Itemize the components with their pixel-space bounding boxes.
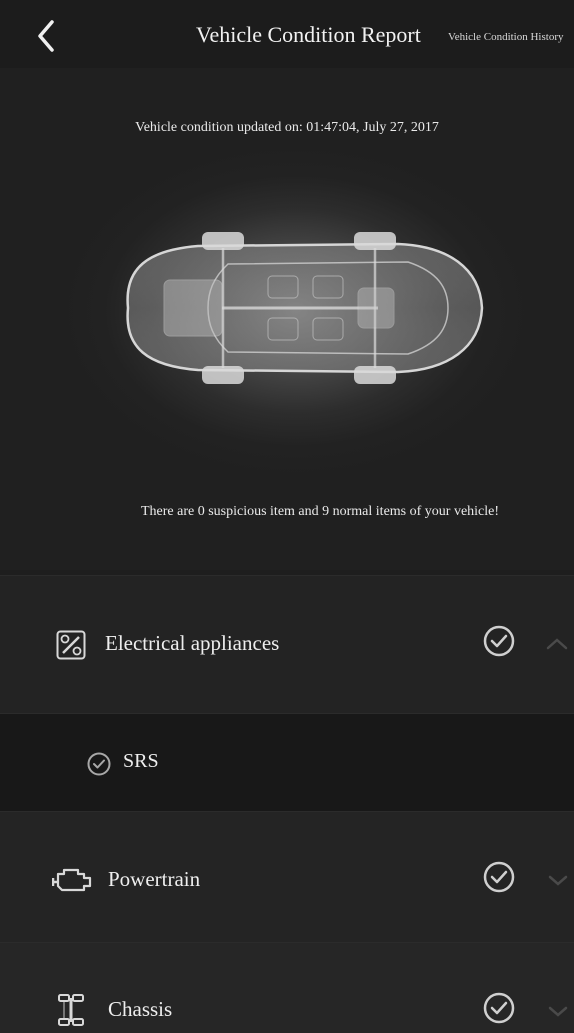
section-label: Powertrain [108, 867, 201, 891]
section-electrical-appliances[interactable]: Electrical appliances [0, 575, 574, 713]
section-chassis[interactable]: Chassis [0, 942, 574, 1033]
history-link[interactable]: Vehicle Condition History [448, 31, 564, 43]
check-circle-icon [482, 624, 516, 663]
check-circle-icon [482, 860, 516, 899]
vehicle-overview: Vehicle condition updated on: 01:47:04, … [0, 68, 574, 570]
condition-list: Electrical appliances SRS Powertrain Cha… [0, 575, 574, 1033]
section-label: Chassis [108, 997, 173, 1021]
subitem-label: SRS [123, 750, 159, 772]
chevron-down-icon[interactable] [546, 872, 570, 893]
car-top-view-icon [126, 232, 484, 384]
summary-text: There are 0 suspicious item and 9 normal… [140, 504, 500, 519]
vehicle-condition-screen: Vehicle Condition Report Vehicle Conditi… [0, 0, 574, 1033]
engine-icon [51, 864, 94, 899]
car-xray-image [108, 228, 490, 388]
check-circle-icon [482, 991, 516, 1030]
page-title: Vehicle Condition Report [196, 22, 421, 47]
updated-timestamp: Vehicle condition updated on: 01:47:04, … [135, 120, 439, 135]
chevron-up-icon[interactable] [544, 636, 570, 657]
subitem-srs[interactable]: SRS [0, 713, 574, 811]
chassis-icon [56, 993, 86, 1032]
top-bar: Vehicle Condition Report Vehicle Conditi… [0, 0, 574, 68]
back-button[interactable] [28, 16, 68, 56]
electrical-icon [56, 630, 86, 665]
chevron-down-icon[interactable] [546, 1003, 570, 1024]
chevron-left-icon [38, 20, 54, 52]
check-circle-icon [86, 751, 112, 782]
section-label: Electrical appliances [105, 631, 280, 655]
section-powertrain[interactable]: Powertrain [0, 811, 574, 942]
